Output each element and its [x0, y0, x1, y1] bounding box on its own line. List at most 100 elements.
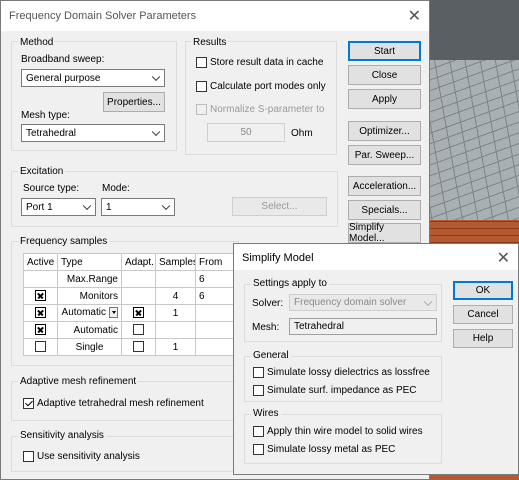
- simplify-title: Simplify Model: [242, 252, 314, 264]
- chevron-down-icon: [161, 201, 171, 211]
- row-samples-cell[interactable]: [155, 321, 196, 339]
- mode-value: 1: [106, 201, 112, 213]
- properties-button[interactable]: Properties...: [103, 92, 165, 112]
- wires-group: [244, 414, 442, 464]
- chevron-down-icon[interactable]: [109, 307, 118, 319]
- broadband-sweep-label: Broadband sweep:: [21, 54, 105, 65]
- row-from-cell[interactable]: 6: [195, 270, 238, 288]
- active-checkbox[interactable]: [35, 341, 46, 353]
- row-from-cell[interactable]: 6: [195, 287, 238, 305]
- solver-select[interactable]: Frequency domain solver: [289, 294, 437, 311]
- row-from-cell[interactable]: [195, 338, 238, 356]
- col-header-active: Active: [23, 253, 58, 271]
- adaptive-tet-label: Adaptive tetrahedral mesh refinement: [37, 398, 204, 409]
- broadband-sweep-select[interactable]: General purpose: [21, 69, 165, 87]
- table-row[interactable]: Automatic: [23, 321, 238, 339]
- active-checkbox[interactable]: [35, 324, 46, 336]
- col-header-from: From: [195, 253, 238, 271]
- close-button[interactable]: Close: [348, 65, 421, 85]
- source-type-select[interactable]: Port 1: [21, 198, 96, 216]
- row-adapt-cell[interactable]: [121, 321, 156, 339]
- sensitivity-group-label: Sensitivity analysis: [18, 430, 106, 441]
- acceleration-button[interactable]: Acceleration...: [348, 176, 421, 196]
- row-type-cell[interactable]: Automatic: [57, 304, 122, 322]
- start-button[interactable]: Start: [348, 41, 421, 61]
- normalize-impedance-field[interactable]: 50: [207, 123, 285, 142]
- cancel-button[interactable]: Cancel: [453, 305, 513, 324]
- close-icon[interactable]: ✕: [497, 248, 510, 268]
- calc-port-modes-checkbox[interactable]: [196, 81, 207, 92]
- active-checkbox[interactable]: [35, 307, 46, 319]
- row-from-cell[interactable]: [195, 304, 238, 322]
- adaptive-tet-checkbox[interactable]: [23, 398, 34, 409]
- lossy-metal-label: Simulate lossy metal as PEC: [267, 444, 396, 455]
- method-group-label: Method: [18, 37, 56, 48]
- frequency-samples-label: Frequency samples: [18, 236, 110, 247]
- col-header-type: Type: [57, 253, 122, 271]
- mesh-field[interactable]: Tetrahedral: [289, 318, 437, 335]
- row-adapt-cell: [121, 287, 156, 305]
- apply-button[interactable]: Apply: [348, 89, 421, 109]
- row-active-cell[interactable]: [23, 304, 58, 322]
- row-adapt-cell: [121, 270, 156, 288]
- lossy-metal-checkbox[interactable]: [253, 444, 264, 455]
- row-from-cell[interactable]: [195, 321, 238, 339]
- store-cache-checkbox[interactable]: [196, 57, 207, 68]
- simplify-model-dialog: Simplify Model ✕ Settings apply to Solve…: [233, 243, 519, 475]
- mode-label: Mode:: [102, 183, 130, 194]
- broadband-sweep-value: General purpose: [26, 72, 101, 84]
- sensitivity-checkbox[interactable]: [23, 451, 34, 462]
- row-adapt-cell[interactable]: [121, 304, 156, 322]
- row-active-cell: [23, 270, 58, 288]
- row-samples-cell[interactable]: 1: [155, 338, 196, 356]
- active-checkbox[interactable]: [35, 290, 46, 302]
- mesh-type-value: Tetrahedral: [26, 127, 77, 139]
- row-samples-cell[interactable]: 1: [155, 304, 196, 322]
- row-type-cell: Automatic: [57, 321, 122, 339]
- row-type-cell: Single: [57, 338, 122, 356]
- chevron-down-icon: [423, 297, 433, 306]
- row-active-cell[interactable]: [23, 338, 58, 356]
- close-icon[interactable]: ✕: [408, 6, 421, 26]
- settings-apply-label: Settings apply to: [251, 278, 329, 289]
- normalize-unit-label: Ohm: [291, 128, 313, 139]
- select-button[interactable]: Select...: [232, 197, 327, 216]
- general-group-label: General: [251, 350, 291, 361]
- sensitivity-label: Use sensitivity analysis: [37, 451, 140, 462]
- thin-wire-label: Apply thin wire model to solid wires: [267, 426, 423, 437]
- row-type-value: Automatic: [61, 307, 106, 319]
- source-type-label: Source type:: [23, 183, 80, 194]
- row-active-cell[interactable]: [23, 321, 58, 339]
- thin-wire-checkbox[interactable]: [253, 426, 264, 437]
- row-adapt-cell[interactable]: [121, 338, 156, 356]
- table-row[interactable]: Automatic 1: [23, 304, 238, 322]
- chevron-down-icon: [151, 127, 161, 137]
- mode-select[interactable]: 1: [101, 198, 175, 216]
- row-samples-cell[interactable]: 4: [155, 287, 196, 305]
- table-row[interactable]: Max.Range 6: [23, 270, 238, 288]
- adapt-checkbox[interactable]: [133, 307, 144, 319]
- ok-button[interactable]: OK: [453, 281, 513, 300]
- surf-impedance-checkbox[interactable]: [253, 385, 264, 396]
- specials-button[interactable]: Specials...: [348, 200, 421, 220]
- solver-value: Frequency domain solver: [294, 297, 407, 308]
- row-samples-cell[interactable]: [155, 270, 196, 288]
- mesh-type-select[interactable]: Tetrahedral: [21, 124, 165, 142]
- par-sweep-button[interactable]: Par. Sweep...: [348, 145, 421, 165]
- simplify-model-button[interactable]: Simplify Model...: [348, 222, 421, 244]
- help-button[interactable]: Help: [453, 329, 513, 348]
- dialog-titlebar: Frequency Domain Solver Parameters ✕: [1, 1, 429, 31]
- row-type-cell: Monitors: [57, 287, 122, 305]
- mesh-label: Mesh:: [252, 322, 280, 333]
- adapt-checkbox[interactable]: [133, 341, 144, 353]
- row-active-cell[interactable]: [23, 287, 58, 305]
- calc-port-modes-label: Calculate port modes only: [210, 81, 326, 92]
- lossy-dielectrics-checkbox[interactable]: [253, 367, 264, 378]
- normalize-checkbox[interactable]: [196, 104, 207, 115]
- adapt-checkbox[interactable]: [133, 324, 144, 336]
- table-row[interactable]: Single 1: [23, 338, 238, 356]
- optimizer-button[interactable]: Optimizer...: [348, 121, 421, 141]
- simplify-titlebar: Simplify Model ✕: [234, 244, 518, 270]
- lossy-dielectrics-label: Simulate lossy dielectrics as lossfree: [267, 367, 430, 378]
- table-row[interactable]: Monitors 4 6: [23, 287, 238, 305]
